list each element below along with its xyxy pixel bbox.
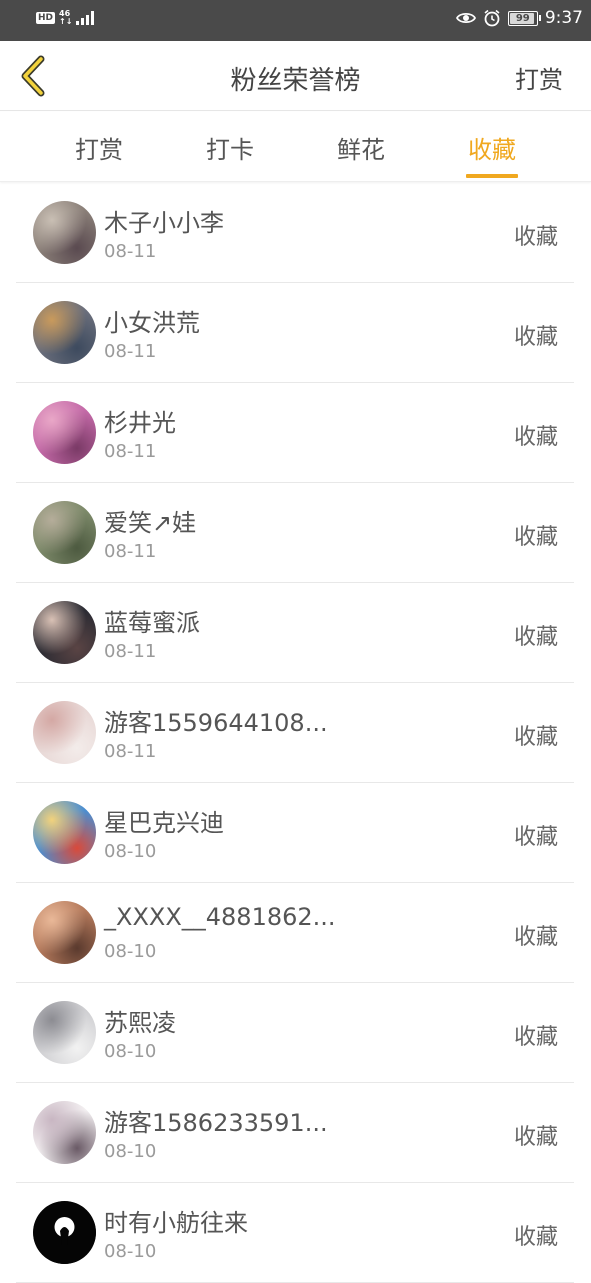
fan-list: 木子小小李 08-11 收藏 小女洪荒 08-11 收藏 杉井光 08-11 收藏 爱笑↗娃 08-… (16, 183, 574, 1283)
avatar[interactable] (33, 801, 96, 864)
user-name: 杉井光 (104, 409, 176, 437)
avatar[interactable] (33, 901, 96, 964)
network-type: 46 ↑↓ (59, 10, 72, 26)
user-name: 时有小舫往来 (104, 1209, 248, 1237)
item-date: 08-11 (104, 441, 157, 462)
hd-badge: HD (36, 12, 56, 24)
user-name: _XXXX__4881862... (104, 903, 336, 931)
avatar[interactable] (33, 1101, 96, 1164)
item-date: 08-10 (104, 1141, 157, 1162)
list-item[interactable]: 游客1559644108... 08-11 收藏 (16, 683, 574, 783)
item-date: 08-10 (104, 841, 157, 862)
eye-icon (455, 12, 476, 24)
list-item[interactable]: 木子小小李 08-11 收藏 (16, 183, 574, 283)
tab-bar: 打赏 打卡 鲜花 收藏 (0, 112, 591, 182)
avatar[interactable] (33, 401, 96, 464)
signal-icon (76, 11, 95, 25)
battery-icon: 99 (507, 10, 541, 26)
item-date: 08-11 (104, 541, 157, 562)
user-name: 木子小小李 (104, 209, 224, 237)
favorite-label: 收藏 (513, 725, 558, 750)
battery-level: 99 (515, 12, 530, 24)
avatar[interactable] (33, 1201, 96, 1264)
item-date: 08-10 (104, 1041, 157, 1062)
user-name: 苏熙凌 (104, 1009, 176, 1037)
network-activity-icon: ↑↓ (59, 17, 73, 26)
page-title: 粉丝荣誉榜 (230, 66, 361, 96)
avatar[interactable] (33, 301, 96, 364)
user-name: 星巴克兴迪 (104, 809, 224, 837)
status-bar: HD 46 ↑↓ 99 9:37 (0, 0, 591, 41)
list-item[interactable]: 时有小舫往来 08-10 收藏 (16, 1183, 574, 1283)
tab-label: 收藏 (468, 136, 516, 164)
favorite-label: 收藏 (513, 1125, 558, 1150)
list-item[interactable]: 星巴克兴迪 08-10 收藏 (16, 783, 574, 883)
status-left: HD 46 ↑↓ (36, 10, 95, 26)
tab-active-indicator (466, 174, 518, 178)
list-item[interactable]: 苏熙凌 08-10 收藏 (16, 983, 574, 1083)
favorite-label: 收藏 (513, 1025, 558, 1050)
item-date: 08-11 (104, 741, 157, 762)
tab-label: 打卡 (206, 136, 254, 164)
item-date: 08-11 (104, 241, 157, 262)
status-right: 99 9:37 (455, 8, 583, 28)
list-item[interactable]: _XXXX__4881862... 08-10 收藏 (16, 883, 574, 983)
status-time: 9:37 (544, 8, 583, 28)
user-name: 小女洪荒 (104, 309, 200, 337)
favorite-label: 收藏 (513, 225, 558, 250)
list-item[interactable]: 游客1586233591... 08-10 收藏 (16, 1083, 574, 1183)
list-item[interactable]: 蓝莓蜜派 08-11 收藏 (16, 583, 574, 683)
favorite-label: 收藏 (513, 325, 558, 350)
avatar[interactable] (33, 501, 96, 564)
tab-label: 打赏 (75, 136, 123, 164)
tab-label: 鲜花 (337, 136, 385, 164)
item-date: 08-11 (104, 341, 157, 362)
favorite-label: 收藏 (513, 825, 558, 850)
list-item[interactable]: 爱笑↗娃 08-11 收藏 (16, 483, 574, 583)
user-name: 蓝莓蜜派 (104, 609, 200, 637)
favorite-label: 收藏 (513, 425, 558, 450)
tab-checkin[interactable]: 打卡 (204, 130, 256, 182)
tab-favorites[interactable]: 收藏 (466, 130, 518, 182)
favorite-label: 收藏 (513, 1225, 558, 1250)
tab-flowers[interactable]: 鲜花 (335, 130, 387, 182)
list-item[interactable]: 小女洪荒 08-11 收藏 (16, 283, 574, 383)
user-name: 爱笑↗娃 (104, 509, 197, 537)
favorite-label: 收藏 (513, 925, 558, 950)
list-item[interactable]: 杉井光 08-11 收藏 (16, 383, 574, 483)
back-button[interactable] (14, 55, 50, 97)
avatar[interactable] (33, 701, 96, 764)
item-date: 08-10 (104, 941, 157, 962)
tab-reward[interactable]: 打赏 (73, 130, 125, 182)
item-date: 08-11 (104, 641, 157, 662)
avatar[interactable] (33, 201, 96, 264)
avatar[interactable] (33, 1001, 96, 1064)
app-header: 粉丝荣誉榜 打赏 (0, 41, 591, 111)
user-name: 游客1586233591... (104, 1109, 328, 1137)
avatar[interactable] (33, 601, 96, 664)
alarm-icon (484, 9, 500, 27)
favorite-label: 收藏 (513, 525, 558, 550)
favorite-label: 收藏 (513, 625, 558, 650)
reward-button[interactable]: 打赏 (515, 60, 563, 95)
user-name: 游客1559644108... (104, 709, 328, 737)
item-date: 08-10 (104, 1241, 157, 1262)
chevron-left-icon (21, 55, 45, 97)
